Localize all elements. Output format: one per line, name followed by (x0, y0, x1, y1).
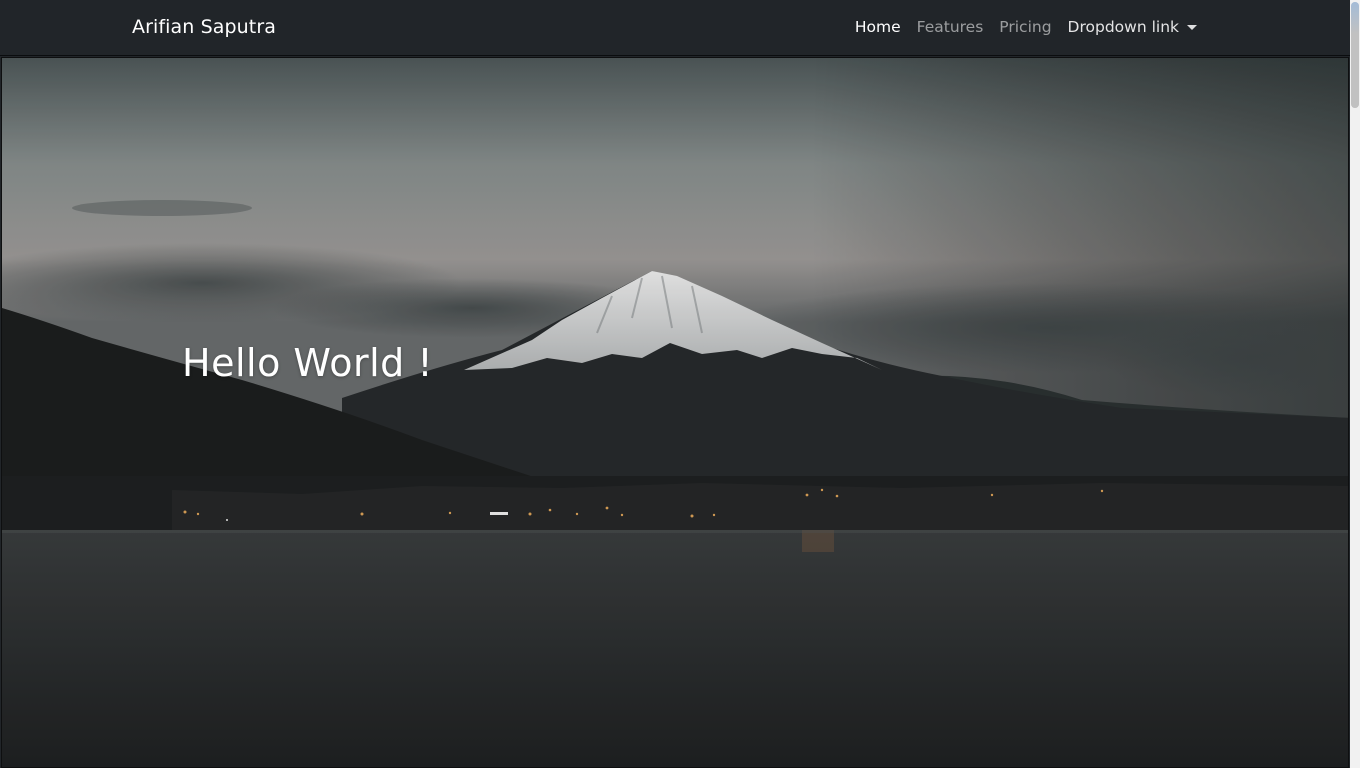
nav-links: Home Features Pricing Dropdown link (839, 18, 1197, 36)
nav-link-features[interactable]: Features (917, 18, 984, 36)
nav-link-home[interactable]: Home (855, 18, 901, 36)
hero-section: Hello World ! (1, 57, 1349, 768)
brand-link[interactable]: Arifian Saputra (132, 16, 276, 38)
hero-title: Hello World ! (182, 341, 434, 385)
navbar: Arifian Saputra Home Features Pricing Dr… (0, 0, 1350, 56)
nav-link-pricing[interactable]: Pricing (999, 18, 1051, 36)
page-scrollbar[interactable] (1350, 0, 1360, 768)
hero-background-image (2, 58, 1348, 767)
dropdown-label: Dropdown link (1067, 18, 1179, 36)
nav-dropdown-toggle[interactable]: Dropdown link (1068, 18, 1197, 36)
caret-down-icon (1187, 24, 1197, 30)
scrollbar-thumb[interactable] (1351, 2, 1359, 108)
